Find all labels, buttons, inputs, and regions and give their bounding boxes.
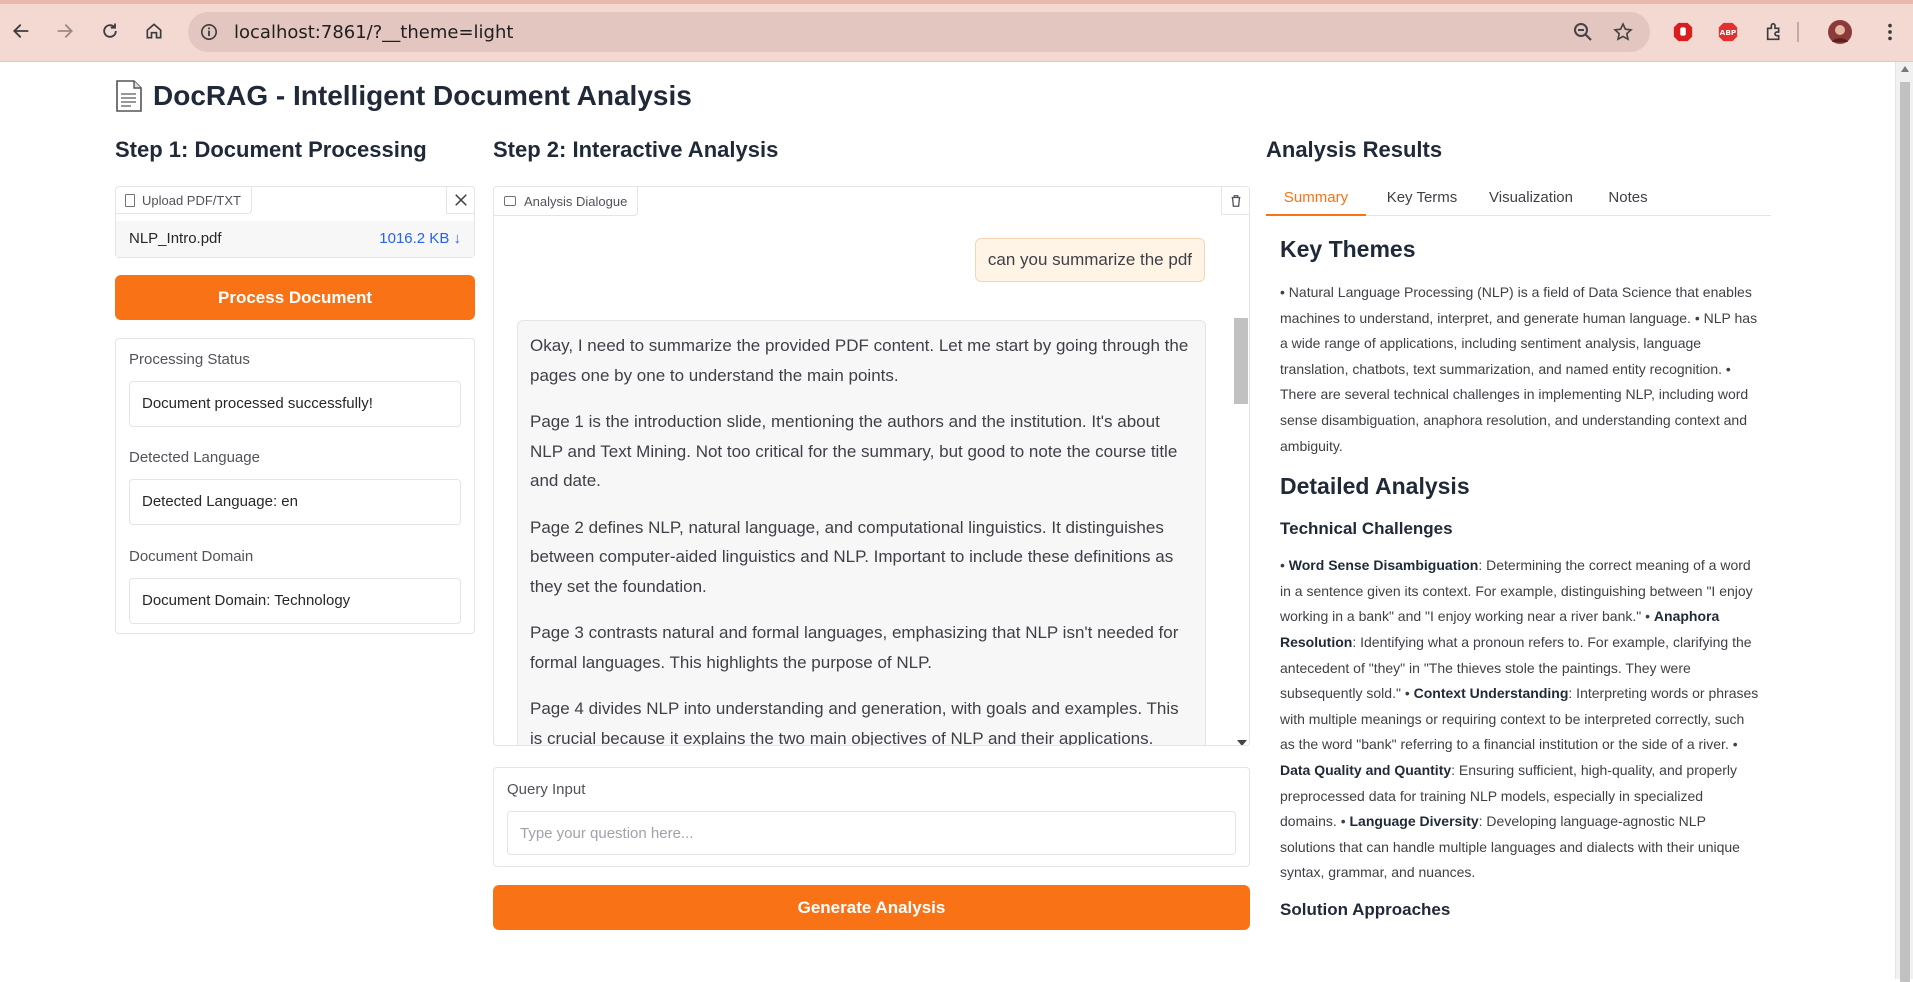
challenge-term: Language Diversity (1349, 813, 1479, 830)
results-tabs: Summary Key Terms Visualization Notes (1266, 180, 1771, 216)
key-themes-text: • Natural Language Processing (NLP) is a… (1280, 284, 1758, 454)
toolbar-divider (1797, 22, 1799, 42)
query-input[interactable] (507, 811, 1236, 855)
language-label: Detected Language (129, 449, 260, 466)
tab-strip (0, 0, 1913, 4)
url-text[interactable]: localhost:7861/?__theme=light (234, 22, 513, 43)
tab-summary[interactable]: Summary (1266, 180, 1366, 216)
close-icon (454, 194, 467, 206)
results-title: Analysis Results (1266, 137, 1443, 162)
challenge-term: Context Understanding (1413, 685, 1569, 702)
tab-notes[interactable]: Notes (1600, 180, 1656, 216)
chat-scrollbar-thumb[interactable] (1234, 318, 1248, 404)
site-info-icon[interactable] (198, 21, 220, 43)
bot-paragraph: Page 1 is the introduction slide, mentio… (530, 412, 1178, 490)
bookmark-star-icon[interactable] (1612, 21, 1634, 43)
bot-message: Okay, I need to summarize the provided P… (517, 320, 1206, 746)
bot-paragraph: Page 4 divides NLP into understanding an… (530, 699, 1179, 746)
language-field[interactable]: Detected Language: en (129, 479, 461, 525)
clear-file-button[interactable] (446, 187, 474, 214)
key-themes-heading: Key Themes (1280, 236, 1416, 262)
step2-title: Step 2: Interactive Analysis (493, 137, 779, 162)
scrollbar-thumb[interactable] (1900, 82, 1910, 982)
technical-challenges-heading: Technical Challenges (1280, 519, 1453, 539)
page-scrollbar[interactable] (1895, 62, 1913, 982)
forward-icon[interactable] (50, 16, 80, 46)
abp-extension-icon[interactable]: ABP (1716, 20, 1740, 44)
adblock-extension-icon[interactable] (1671, 20, 1695, 44)
query-panel: Query Input (493, 767, 1250, 867)
menu-kebab-icon[interactable] (1878, 20, 1902, 44)
process-document-button[interactable]: Process Document (115, 275, 475, 320)
upload-label: Upload PDF/TXT (116, 187, 252, 214)
challenges-paragraph: • Word Sense Disambiguation: Determining… (1280, 557, 1759, 881)
domain-field[interactable]: Document Domain: Technology (129, 578, 461, 624)
page-title: DocRAG - Intelligent Document Analysis (115, 80, 692, 112)
bot-paragraph: Page 2 defines NLP, natural language, an… (530, 517, 1174, 596)
step1-title: Step 1: Document Processing (115, 137, 427, 162)
bot-paragraph: Okay, I need to summarize the provided P… (530, 336, 1189, 385)
file-name: NLP_Intro.pdf (129, 230, 222, 247)
summary-content: Key Themes • Natural Language Processing… (1280, 228, 1760, 979)
document-icon (115, 80, 143, 112)
chat-scrollbar[interactable] (1232, 308, 1248, 745)
app-page: DocRAG - Intelligent Document Analysis S… (0, 62, 1895, 979)
file-download-link[interactable]: 1016.2 KB ↓ (379, 230, 461, 247)
challenge-term: Data Quality and Quantity (1280, 761, 1452, 778)
bot-paragraph: Page 3 contrasts natural and formal lang… (530, 623, 1179, 672)
status-panel: Processing Status Document processed suc… (115, 338, 475, 634)
challenge-term: Word Sense Disambiguation (1288, 557, 1479, 574)
chat-bubble-icon (504, 196, 516, 206)
chat-dialogue[interactable]: Analysis Dialogue can you summarize the … (493, 186, 1250, 746)
svg-text:ABP: ABP (1720, 28, 1737, 37)
app-title-text: DocRAG - Intelligent Document Analysis (153, 80, 692, 111)
domain-label: Document Domain (129, 548, 254, 565)
user-message: can you summarize the pdf (974, 238, 1205, 282)
profile-avatar[interactable] (1828, 20, 1852, 44)
file-upload[interactable]: Upload PDF/TXT NLP_Intro.pdf 1016.2 KB ↓ (115, 186, 475, 258)
reload-icon[interactable] (95, 16, 125, 46)
back-icon[interactable] (6, 16, 36, 46)
browser-toolbar: localhost:7861/?__theme=light ABP (0, 0, 1913, 62)
trash-icon (1231, 194, 1240, 207)
query-label: Query Input (507, 781, 586, 798)
file-icon (125, 194, 135, 207)
generate-analysis-button[interactable]: Generate Analysis (493, 885, 1250, 930)
address-bar[interactable]: localhost:7861/?__theme=light (188, 12, 1650, 52)
scroll-down-icon[interactable] (1237, 740, 1247, 745)
home-icon[interactable] (139, 16, 169, 46)
tab-visualization[interactable]: Visualization (1476, 180, 1586, 216)
status-label: Processing Status (129, 351, 250, 368)
extensions-puzzle-icon[interactable] (1763, 20, 1787, 44)
detailed-analysis-heading: Detailed Analysis (1280, 473, 1470, 500)
clear-chat-button[interactable] (1221, 187, 1249, 215)
zoom-icon[interactable] (1572, 21, 1594, 43)
scroll-up-icon[interactable] (1901, 66, 1909, 72)
status-field[interactable]: Document processed successfully! (129, 381, 461, 427)
tab-key-terms[interactable]: Key Terms (1380, 180, 1464, 216)
solution-approaches-heading: Solution Approaches (1280, 899, 1451, 919)
uploaded-file-row: NLP_Intro.pdf 1016.2 KB ↓ (116, 221, 474, 257)
chat-label: Analysis Dialogue (494, 187, 639, 216)
